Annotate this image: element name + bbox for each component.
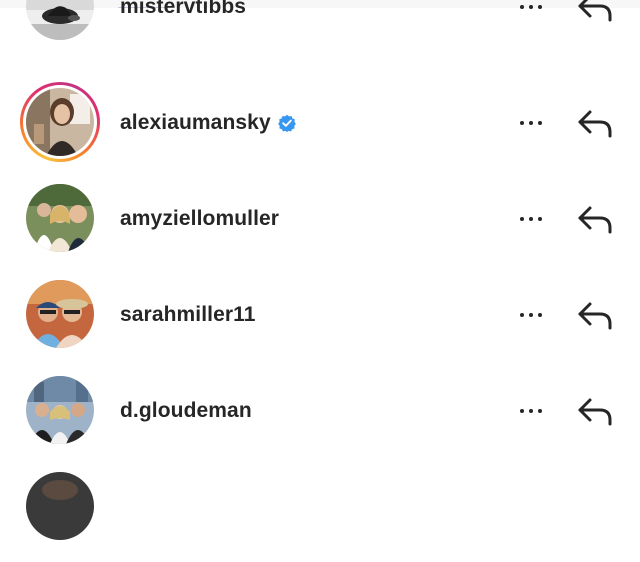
reply-button[interactable] — [574, 200, 616, 236]
more-dots-icon — [520, 5, 524, 9]
reply-button[interactable] — [574, 392, 616, 428]
username[interactable]: amyziellomuller — [120, 207, 279, 231]
profile-photo — [26, 280, 94, 348]
more-options-button[interactable] — [514, 112, 548, 134]
username-wrap: d.gloudeman — [120, 398, 252, 424]
list-item[interactable]: alexiaumansky — [0, 82, 640, 178]
avatar[interactable] — [26, 0, 94, 40]
avatar — [26, 88, 94, 156]
more-dots-icon — [520, 121, 524, 125]
reply-arrow-icon — [578, 302, 612, 330]
user-list: mistervtibbs alexiaumansky amyziellomull… — [0, 0, 640, 540]
profile-photo — [26, 376, 94, 444]
list-item[interactable]: amyziellomuller — [0, 178, 640, 274]
username-wrap: mistervtibbs — [120, 0, 246, 20]
reply-button[interactable] — [574, 296, 616, 332]
more-dots-icon-dot — [538, 5, 542, 9]
more-dots-icon-dot — [529, 313, 533, 317]
avatar-wrap — [20, 274, 100, 354]
username-wrap: sarahmiller11 — [120, 302, 256, 328]
list-item[interactable]: mistervtibbs — [0, 0, 640, 62]
more-options-button[interactable] — [514, 0, 548, 18]
reply-arrow-icon — [578, 398, 612, 426]
more-dots-icon — [520, 313, 524, 317]
username[interactable]: sarahmiller11 — [120, 303, 256, 327]
avatar-wrap — [20, 82, 100, 162]
reply-button[interactable] — [574, 104, 616, 140]
avatar-wrap — [20, 466, 100, 546]
more-dots-icon-dot — [538, 313, 542, 317]
username[interactable]: mistervtibbs — [120, 0, 246, 19]
more-dots-icon-dot — [529, 409, 533, 413]
more-dots-icon — [520, 409, 524, 413]
username-wrap: amyziellomuller — [120, 206, 279, 232]
profile-photo — [26, 472, 94, 540]
username[interactable]: alexiaumansky — [120, 111, 271, 135]
more-options-button[interactable] — [514, 400, 548, 422]
more-options-button[interactable] — [514, 304, 548, 326]
username[interactable]: d.gloudeman — [120, 399, 252, 423]
reply-arrow-icon — [578, 206, 612, 234]
more-dots-icon-dot — [529, 121, 533, 125]
profile-photo — [26, 0, 94, 40]
profile-photo — [26, 184, 94, 252]
reply-button[interactable] — [574, 0, 616, 24]
avatar-wrap — [20, 178, 100, 258]
avatar[interactable] — [26, 184, 94, 252]
more-dots-icon — [520, 217, 524, 221]
avatar-wrap — [20, 370, 100, 450]
list-item[interactable] — [0, 466, 640, 562]
more-dots-icon-dot — [538, 121, 542, 125]
avatar[interactable] — [26, 472, 94, 540]
list-item[interactable]: sarahmiller11 — [0, 274, 640, 370]
avatar-wrap — [20, 0, 100, 46]
avatar[interactable] — [26, 280, 94, 348]
reply-arrow-icon — [578, 0, 612, 22]
more-dots-icon-dot — [529, 5, 533, 9]
story-ring[interactable] — [20, 82, 100, 162]
verified-badge-icon — [277, 114, 296, 132]
more-dots-icon-dot — [538, 217, 542, 221]
more-options-button[interactable] — [514, 208, 548, 230]
more-dots-icon-dot — [538, 409, 542, 413]
more-dots-icon-dot — [529, 217, 533, 221]
list-item[interactable]: d.gloudeman — [0, 370, 640, 466]
profile-photo — [26, 88, 94, 156]
avatar[interactable] — [26, 376, 94, 444]
username-wrap: alexiaumansky — [120, 110, 296, 136]
reply-arrow-icon — [578, 110, 612, 138]
